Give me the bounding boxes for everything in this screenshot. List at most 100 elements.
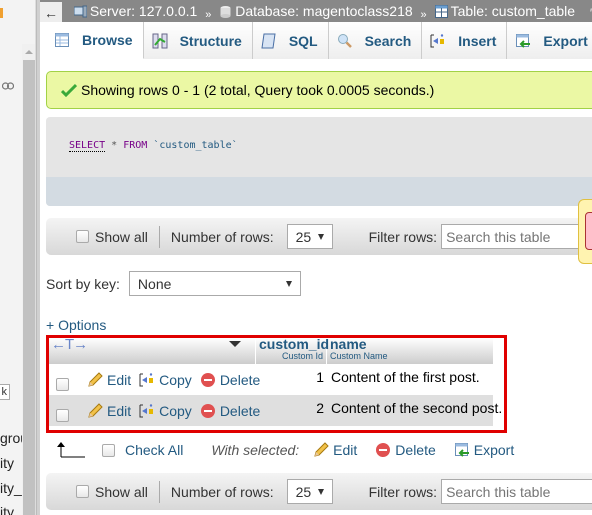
breadcrumb-separator: » [420, 8, 427, 21]
show-all-checkbox[interactable] [76, 485, 89, 498]
table-icon [434, 4, 448, 18]
panel-splitter[interactable] [36, 0, 40, 515]
nav-tree-item[interactable]: ity [0, 504, 14, 515]
pencil-icon [88, 371, 103, 387]
success-message-text: Showing rows 0 - 1 (2 total, Query took … [81, 82, 435, 98]
number-of-rows-label: Number of rows: [170, 228, 274, 245]
nav-filter-input[interactable]: k [0, 384, 10, 400]
filter-rows-input[interactable] [441, 224, 592, 249]
export-icon [516, 33, 531, 48]
top-navigation-bar: Show all Number of rows: 25 Filter rows: [46, 218, 592, 255]
filter-rows-label: Filter rows: [368, 228, 438, 245]
row-edit-link[interactable]: Edit [87, 372, 131, 388]
breadcrumb-table[interactable]: Table: custom_table [434, 0, 576, 22]
breadcrumb-table-label: Table: custom_table [450, 3, 576, 19]
column-header-name[interactable]: name Custom Name [327, 337, 493, 364]
breadcrumb-server-label: Server: 127.0.0.1 [89, 3, 198, 19]
nav-tree-item[interactable]: ity_ [0, 480, 22, 496]
tab-label: SQL [288, 32, 318, 49]
success-check-icon [61, 83, 77, 97]
row-checkbox[interactable] [56, 378, 69, 391]
show-all-toggle[interactable]: Show all [76, 229, 148, 245]
sql-query-footer [46, 177, 592, 206]
pencil-icon [314, 442, 329, 457]
row-copy-link[interactable]: Copy [139, 372, 192, 388]
sql-query-box: SELECT * FROM `custom_table` [46, 117, 592, 206]
delete-label: Delete [219, 371, 261, 388]
cell-name[interactable]: Content of the first post. [331, 369, 480, 385]
column-resize-arrows-icon[interactable]: ←T→ [51, 336, 88, 353]
export-icon [454, 443, 469, 457]
show-all-checkbox[interactable] [76, 230, 89, 243]
sql-query-text[interactable]: SELECT * FROM `custom_table` [69, 140, 238, 152]
nav-tree-item[interactable]: ity [0, 455, 14, 471]
row-delete-link[interactable]: Delete [200, 372, 260, 388]
filter-rows-label: Filter rows: [368, 483, 438, 500]
row-checkbox[interactable] [56, 409, 69, 422]
sql-icon [261, 33, 276, 48]
options-link[interactable]: + Options [46, 317, 106, 333]
collapse-nav-button[interactable]: ← [40, 1, 62, 22]
results-table: ←T→ custom_id Custom Id name Custom Name… [49, 336, 502, 426]
number-of-rows-select[interactable]: 25 [286, 224, 333, 249]
number-of-rows-value: 25 [295, 228, 312, 245]
tab-insert[interactable]: Insert [422, 22, 508, 59]
scrollbar-thumb[interactable] [23, 60, 35, 515]
with-selected-bar: Check All With selected: Edit Delete Exp… [56, 441, 514, 459]
show-all-toggle[interactable]: Show all [76, 484, 148, 500]
sort-by-key-select[interactable]: None [128, 271, 301, 296]
bulk-export-button[interactable]: Export [454, 442, 514, 458]
filter-rows-input[interactable] [441, 479, 592, 504]
table-header: ←T→ custom_id Custom Id name Custom Name [49, 336, 493, 364]
cell-custom-id[interactable]: 1 [256, 369, 327, 385]
with-selected-label: With selected: [211, 442, 300, 458]
table-row: Edit Copy Delete 2 Content of the second… [49, 395, 502, 426]
row-edit-link[interactable]: Edit [87, 403, 131, 419]
column-menu-dropdown-icon[interactable] [229, 341, 241, 347]
copy-label: Copy [159, 402, 192, 419]
tab-label: Search [364, 32, 412, 49]
navigation-panel: k grou ity ity_ ity [0, 0, 36, 515]
show-all-label: Show all [95, 483, 148, 500]
header-controls: ←T→ [49, 336, 256, 364]
tab-export[interactable]: Export [507, 22, 592, 59]
column-name[interactable]: name [330, 337, 490, 351]
breadcrumb-server[interactable]: Server: 127.0.0.1 [73, 0, 198, 22]
breadcrumb-database-label: Database: magentoclass218 [235, 3, 413, 19]
row-delete-link[interactable]: Delete [200, 403, 260, 419]
sort-by-key: Sort by key: None [46, 271, 301, 296]
nav-scrollbar[interactable] [22, 44, 35, 515]
dropdown-arrow-icon [285, 280, 292, 287]
column-name[interactable]: custom_id [259, 337, 329, 351]
tab-bar: Browse Structure SQL Search Insert Expor… [46, 22, 592, 59]
check-all-label[interactable]: Check All [125, 442, 183, 458]
bulk-export-label: Export [473, 442, 515, 458]
number-of-rows-select[interactable]: 25 [286, 479, 333, 504]
cell-custom-id[interactable]: 2 [256, 400, 327, 416]
column-header-custom-id[interactable]: custom_id Custom Id [256, 337, 329, 364]
link-icon[interactable] [2, 82, 14, 90]
sql-table-name: `custom_table` [153, 140, 238, 151]
delete-icon [200, 403, 215, 418]
edit-label: Edit [107, 371, 132, 388]
number-of-rows-label: Number of rows: [170, 483, 274, 500]
search-icon [337, 33, 352, 48]
tab-label: Insert [458, 32, 497, 49]
check-all-checkbox[interactable] [102, 443, 115, 457]
sql-keyword-select[interactable]: SELECT [69, 140, 106, 152]
bulk-edit-button[interactable]: Edit [313, 442, 357, 458]
tab-browse[interactable]: Browse [46, 22, 144, 59]
bulk-delete-button[interactable]: Delete [375, 442, 436, 458]
tab-structure[interactable]: Structure [143, 22, 253, 59]
row-copy-link[interactable]: Copy [139, 403, 192, 419]
cell-name[interactable]: Content of the second post. [331, 400, 502, 416]
success-message: Showing rows 0 - 1 (2 total, Query took … [46, 71, 592, 109]
scroll-up-arrow-icon[interactable] [25, 50, 33, 54]
tab-sql[interactable]: SQL [252, 22, 329, 59]
tooltip-popup [578, 199, 592, 264]
tab-label: Browse [82, 32, 133, 48]
breadcrumb-database[interactable]: Database: magentoclass218 [219, 0, 413, 22]
dropdown-arrow-icon [317, 488, 324, 495]
tab-search[interactable]: Search [328, 22, 423, 59]
bulk-delete-label: Delete [395, 442, 436, 458]
